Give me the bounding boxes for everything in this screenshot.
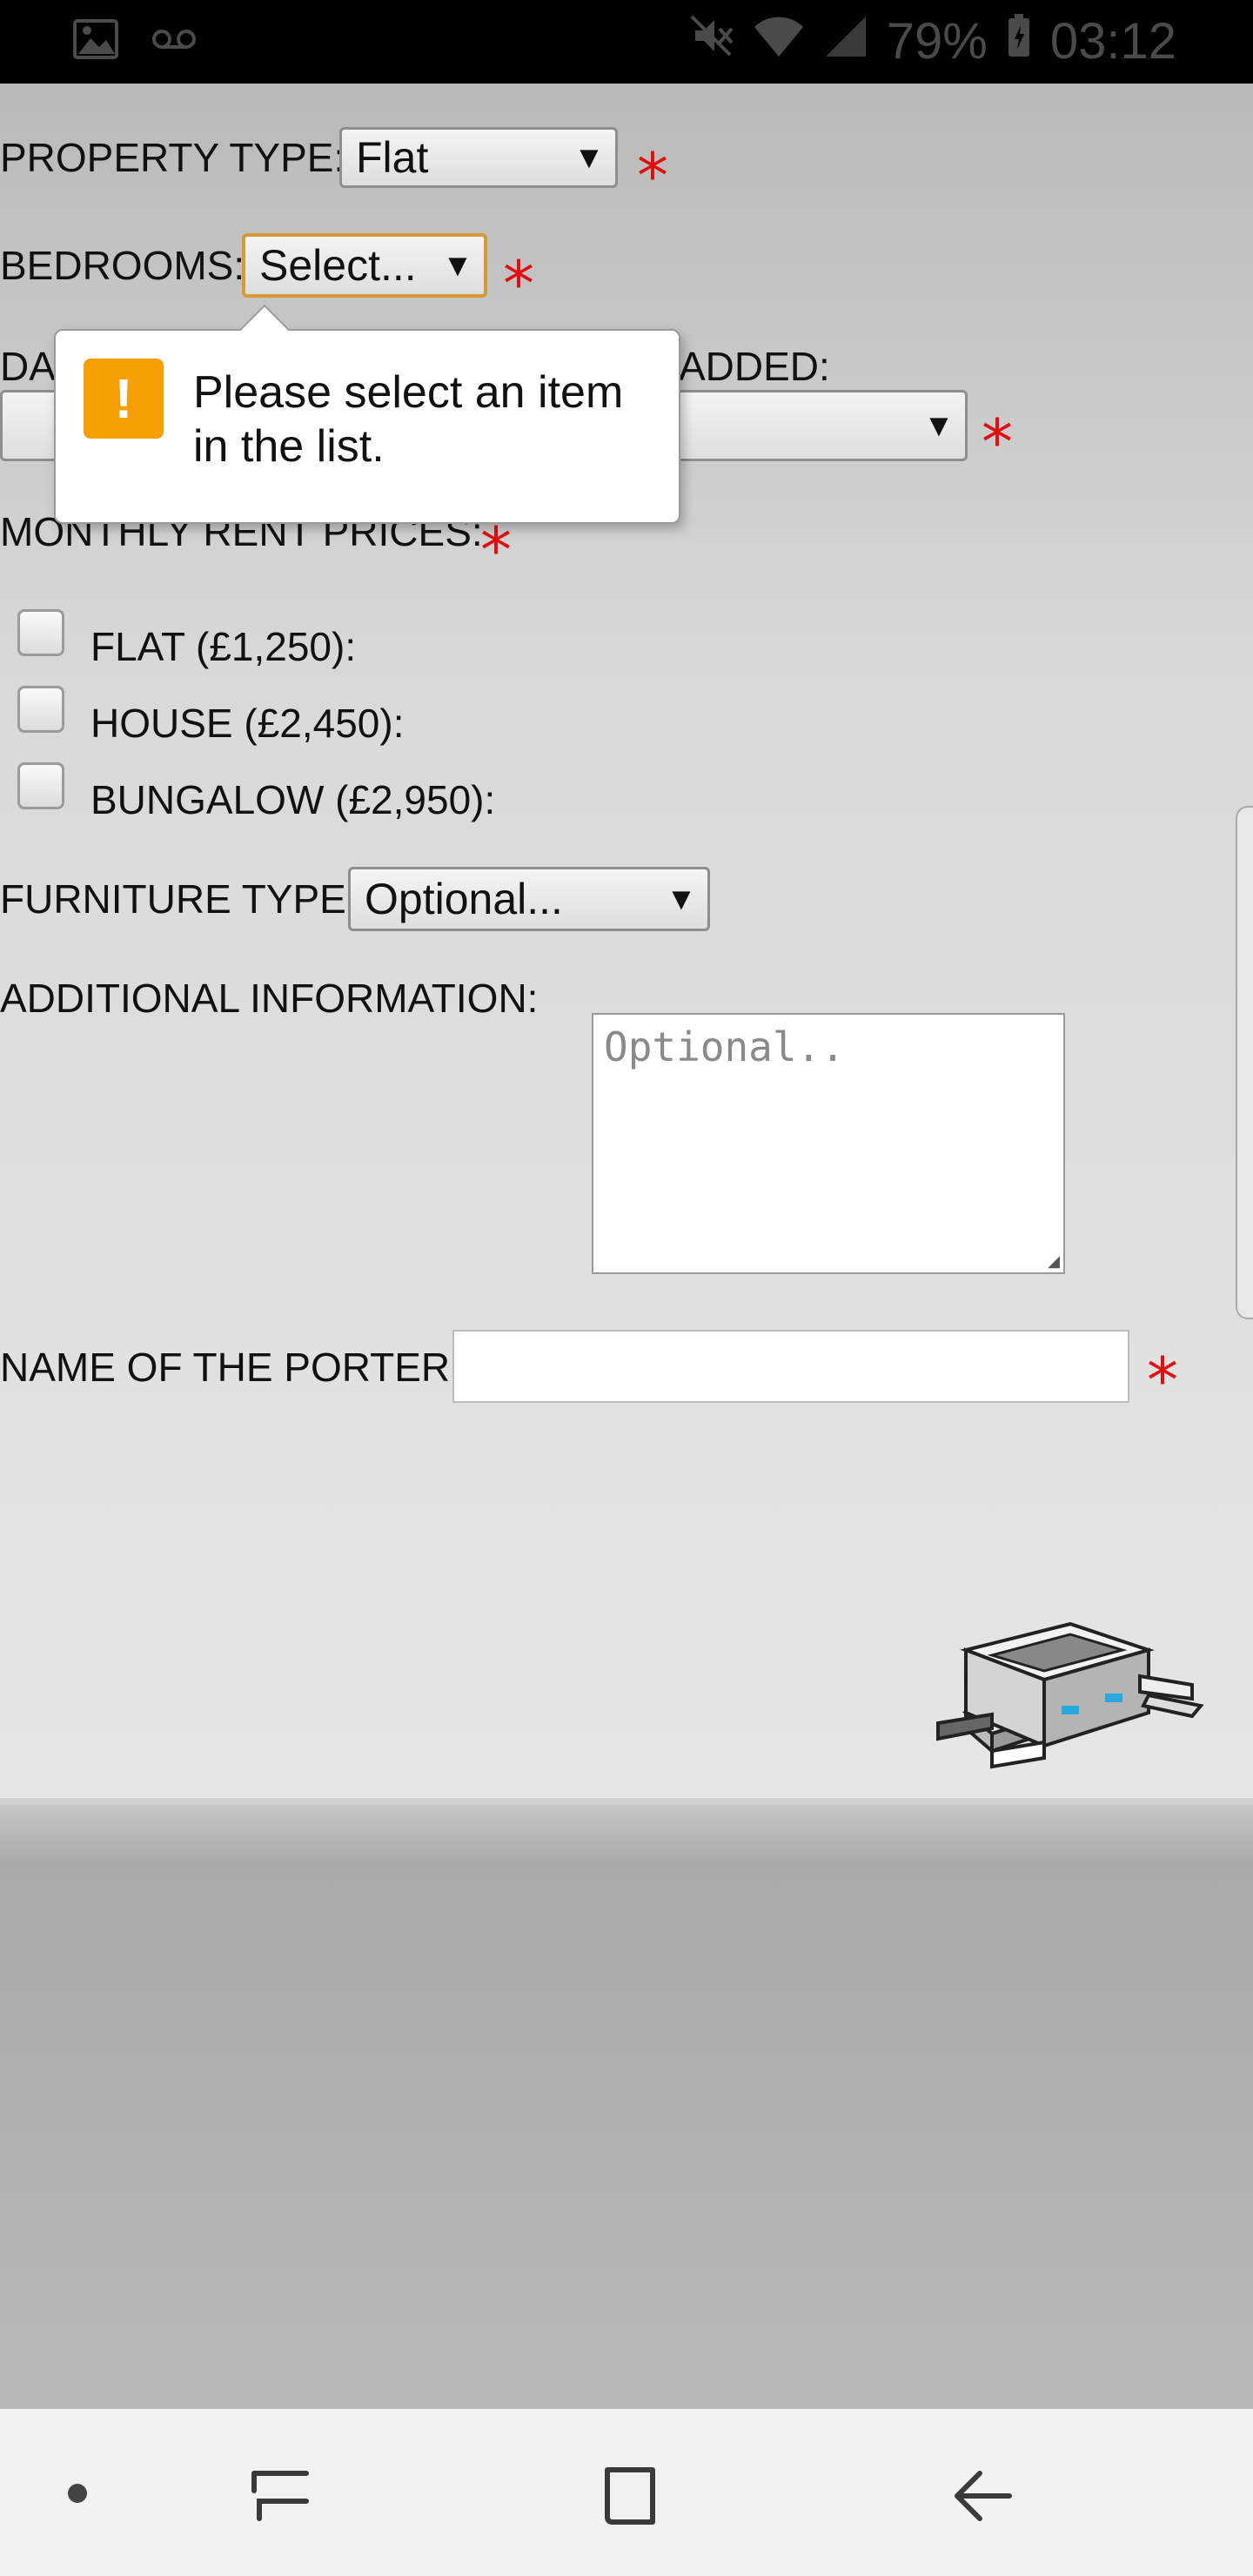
flat-checkbox[interactable] <box>17 609 64 656</box>
warning-icon: ! <box>84 359 164 439</box>
required-asterisk: * <box>982 406 1013 479</box>
additional-info-textarea[interactable]: Optional.. ◢ <box>592 1013 1065 1274</box>
dropdown-arrow-icon: ▼ <box>923 407 955 443</box>
gallery-icon <box>73 19 118 64</box>
bedrooms-select[interactable]: Select... ▼ <box>242 233 487 298</box>
house-option-label: HOUSE (£2,450): <box>90 701 405 746</box>
additional-info-label: ADDITIONAL INFORMATION: <box>0 976 539 1021</box>
recent-apps-icon[interactable] <box>244 2461 313 2535</box>
date-added-label-end: ADDED: <box>679 344 830 389</box>
voicemail-icon <box>151 26 197 57</box>
nav-dot-icon[interactable] <box>68 2484 87 2503</box>
mute-icon <box>688 12 734 70</box>
battery-icon <box>1007 12 1031 70</box>
bedrooms-value: Select... <box>259 241 417 290</box>
flat-option-label: FLAT (£1,250): <box>90 624 357 669</box>
battery-percent: 79% <box>886 13 988 70</box>
house-checkbox[interactable] <box>17 686 64 733</box>
home-icon[interactable] <box>595 2461 665 2535</box>
tooltip-message: Please select an item in the list. <box>193 367 624 472</box>
required-asterisk: * <box>1147 1344 1178 1417</box>
printer-icon[interactable] <box>931 1615 1209 1776</box>
resize-grip-icon[interactable]: ◢ <box>1048 1252 1060 1271</box>
required-asterisk: * <box>637 139 668 212</box>
back-icon[interactable] <box>948 2461 1018 2535</box>
bungalow-checkbox[interactable] <box>17 762 64 809</box>
required-asterisk: * <box>503 247 534 320</box>
dropdown-arrow-icon: ▼ <box>442 247 473 283</box>
furniture-type-value: Optional... <box>365 875 563 923</box>
furniture-type-select[interactable]: Optional... ▼ <box>348 867 710 931</box>
clock: 03:12 <box>1049 13 1176 70</box>
property-type-select[interactable]: Flat ▼ <box>339 127 618 188</box>
additional-info-placeholder: Optional.. <box>604 1023 845 1070</box>
scrollbar-handle[interactable] <box>1236 806 1253 1319</box>
bedrooms-label: BEDROOMS: <box>0 243 245 288</box>
navigation-bar <box>0 2409 1253 2576</box>
page-background <box>0 1798 1253 2409</box>
porter-name-label: NAME OF THE PORTER: <box>0 1345 461 1390</box>
porter-name-input[interactable] <box>452 1330 1129 1403</box>
wifi-icon <box>753 12 805 70</box>
dropdown-arrow-icon: ▼ <box>573 139 605 175</box>
date-added-label-start: DA <box>0 344 56 389</box>
validation-tooltip: ! Please select an item in the list. <box>54 304 680 524</box>
furniture-type-label: FURNITURE TYPE: <box>0 876 358 922</box>
property-type-label: PROPERTY TYPE: <box>0 135 345 180</box>
required-asterisk: * <box>480 513 512 587</box>
status-bar: 79% 03:12 <box>0 0 1253 84</box>
signal-icon <box>824 12 868 70</box>
bungalow-option-label: BUNGALOW (£2,950): <box>90 777 496 822</box>
dropdown-arrow-icon: ▼ <box>666 881 697 916</box>
property-type-value: Flat <box>356 133 429 182</box>
